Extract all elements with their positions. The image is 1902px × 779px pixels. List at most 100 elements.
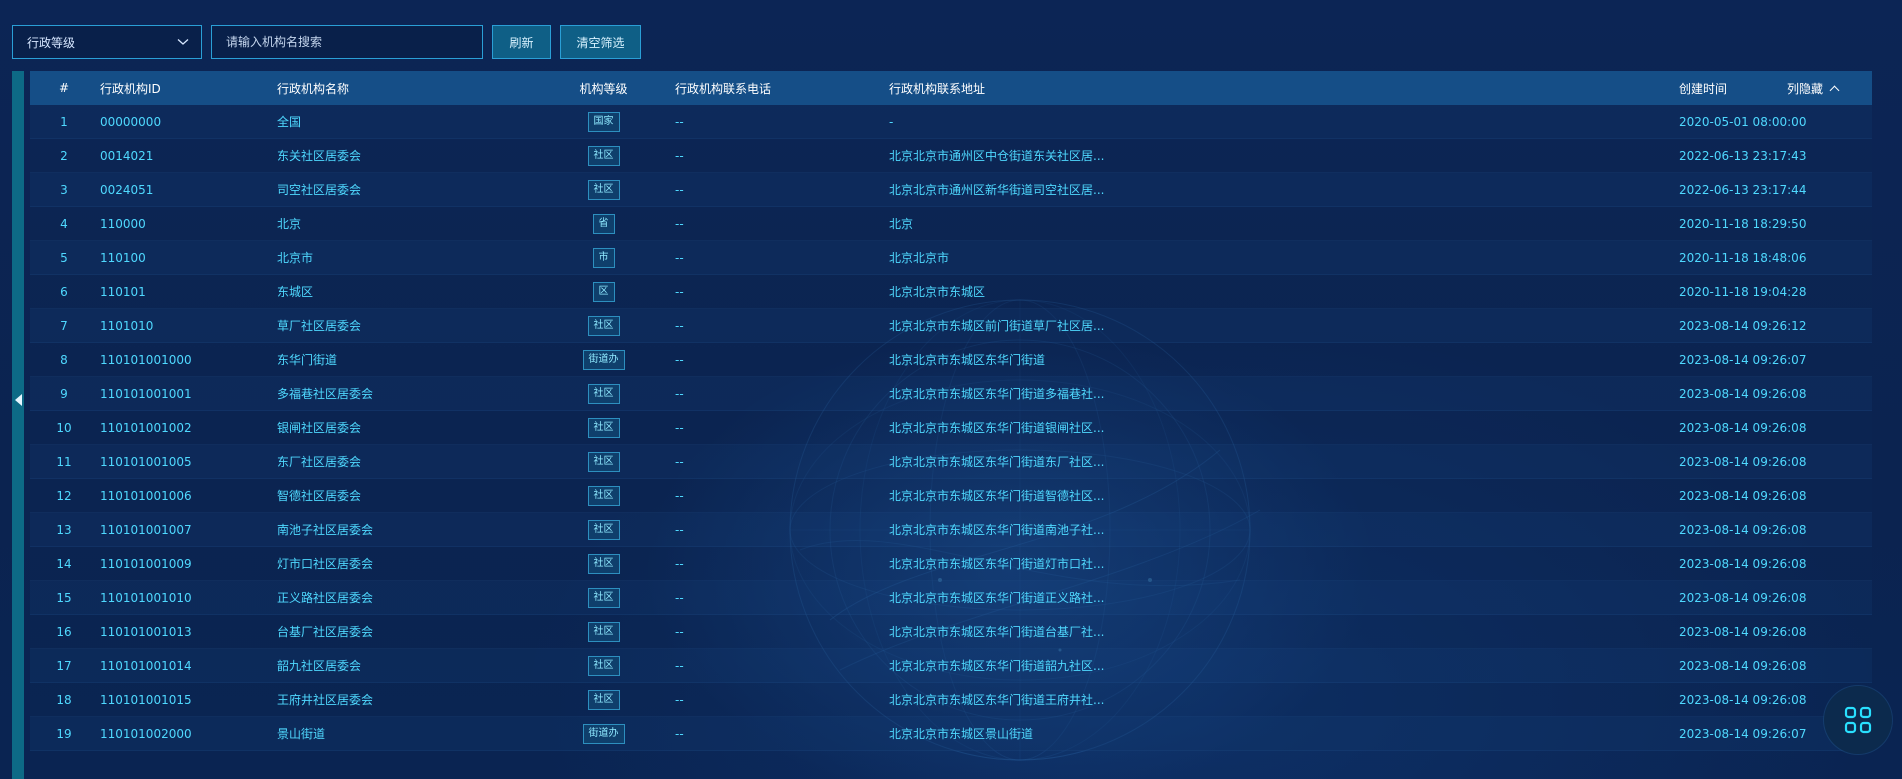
header-org-level[interactable]: 机构等级: [536, 80, 671, 97]
cell-phone: --: [675, 352, 684, 367]
table-row[interactable]: 12 110101001006 智德社区居委会 社区 -- 北京北京市东城区东华门街道智德…: [30, 479, 1872, 513]
cell-address: 北京北京市通州区新华街道司空社区居...: [889, 183, 1105, 197]
sidebar-collapse-handle[interactable]: [12, 71, 24, 779]
cell-index: 7: [60, 318, 68, 333]
cell-phone: --: [675, 488, 684, 503]
table-row[interactable]: 2 0014021 东关社区居委会 社区 -- 北京北京市通州区中仓街道东关社区居... 2…: [30, 139, 1872, 173]
cell-index: 19: [56, 726, 72, 741]
cell-org-level: 市: [536, 247, 671, 268]
table-row[interactable]: 5 110100 北京市 市 -- 北京北京市 2020-11-18 18:48:06: [30, 241, 1872, 275]
table-row[interactable]: 14 110101001009 灯市口社区居委会 社区 -- 北京北京市东城区东华门街道灯…: [30, 547, 1872, 581]
cell-org-id: 110101001009: [100, 556, 192, 571]
table-row[interactable]: 17 110101001014 韶九社区居委会 社区 -- 北京北京市东城区东华门街道韶九…: [30, 649, 1872, 683]
cell-org-id: 110101001014: [100, 658, 192, 673]
cell-index: 6: [60, 284, 68, 299]
cell-org-name: 全国: [277, 115, 302, 129]
cell-phone: --: [675, 624, 684, 639]
org-level-badge: 社区: [587, 383, 620, 404]
cell-phone: --: [675, 556, 684, 571]
cell-org-id: 0014021: [100, 148, 154, 163]
table-row[interactable]: 8 110101001000 东华门街道 街道办 -- 北京北京市东城区东华门街道 2023…: [30, 343, 1872, 377]
cell-org-level: 社区: [536, 417, 671, 438]
cell-address: 北京北京市东城区东华门街道台基厂社...: [889, 625, 1105, 639]
table-row[interactable]: 15 110101001010 正义路社区居委会 社区 -- 北京北京市东城区东华门街道正…: [30, 581, 1872, 615]
cell-address: 北京北京市东城区东华门街道多福巷社...: [889, 387, 1105, 401]
apps-menu-button[interactable]: [1824, 686, 1892, 754]
table-row[interactable]: 16 110101001013 台基厂社区居委会 社区 -- 北京北京市东城区东华门街道台…: [30, 615, 1872, 649]
org-level-badge: 社区: [587, 655, 620, 676]
cell-address: 北京北京市东城区东华门街道南池子社...: [889, 523, 1105, 537]
header-phone[interactable]: 行政机构联系电话: [671, 80, 886, 97]
table-row[interactable]: 7 1101010 草厂社区居委会 社区 -- 北京北京市东城区前门街道草厂社区居... 2…: [30, 309, 1872, 343]
cell-index: 2: [60, 148, 68, 163]
table-header: # 行政机构ID 行政机构名称 机构等级 行政机构联系电话 行政机构联系地址 创…: [30, 71, 1872, 105]
cell-index: 9: [60, 386, 68, 401]
cell-org-name: 灯市口社区居委会: [277, 557, 374, 571]
cell-address: 北京北京市东城区东华门街道灯市口社...: [889, 557, 1105, 571]
cell-org-level: 社区: [536, 553, 671, 574]
clear-filters-button[interactable]: 清空筛选: [560, 25, 641, 59]
table-row[interactable]: 13 110101001007 南池子社区居委会 社区 -- 北京北京市东城区东华门街道南…: [30, 513, 1872, 547]
cell-org-id: 00000000: [100, 114, 162, 129]
table-body: 1 00000000 全国 国家 -- -2020-05-01 08:00:00 2 0014…: [30, 105, 1872, 751]
admin-level-select-value: 行政等级: [27, 35, 76, 50]
org-name-search-input[interactable]: [211, 25, 483, 59]
cell-org-id: 110101001002: [100, 420, 192, 435]
table-row[interactable]: 11 110101001005 东厂社区居委会 社区 -- 北京北京市东城区东华门街道东厂…: [30, 445, 1872, 479]
cell-org-id: 110000: [100, 216, 146, 231]
cell-org-id: 0024051: [100, 182, 154, 197]
cell-address: 北京北京市东城区: [889, 285, 986, 299]
cell-phone: --: [675, 284, 684, 299]
cell-org-name: 东城区: [277, 285, 314, 299]
refresh-button[interactable]: 刷新: [492, 25, 551, 59]
caret-left-icon: [15, 394, 22, 406]
cell-phone: --: [675, 318, 684, 333]
cell-created-time: 2023-08-14 09:26:08: [1679, 522, 1807, 537]
header-address[interactable]: 行政机构联系地址: [886, 80, 1676, 97]
table-row[interactable]: 18 110101001015 王府井社区居委会 社区 -- 北京北京市东城区东华门街道王…: [30, 683, 1872, 717]
header-org-id[interactable]: 行政机构ID: [98, 80, 277, 97]
cell-address: 北京北京市东城区东华门街道正义路社...: [889, 591, 1105, 605]
cell-phone: --: [675, 148, 684, 163]
header-index: #: [58, 81, 70, 95]
org-level-badge: 社区: [587, 587, 620, 608]
table-row[interactable]: 3 0024051 司空社区居委会 社区 -- 北京北京市通州区新华街道司空社区居... 2…: [30, 173, 1872, 207]
table-row[interactable]: 4 110000 北京 省 -- 北京 2020-11-18 18:29:50: [30, 207, 1872, 241]
table-row[interactable]: 10 110101001002 银闸社区居委会 社区 -- 北京北京市东城区东华门街道银闸…: [30, 411, 1872, 445]
cell-org-name: 王府井社区居委会: [277, 693, 374, 707]
chevron-down-icon: [177, 39, 189, 45]
org-level-badge: 省: [592, 213, 615, 234]
header-org-name[interactable]: 行政机构名称: [277, 80, 536, 97]
table-row[interactable]: 19 110101002000 景山街道 街道办 -- 北京北京市东城区景山街道 2023-…: [30, 717, 1872, 751]
cell-created-time: 2023-08-14 09:26:07: [1679, 726, 1807, 741]
grid-apps-icon: [1844, 706, 1872, 734]
cell-org-level: 社区: [536, 179, 671, 200]
org-level-badge: 社区: [587, 315, 620, 336]
org-level-badge: 社区: [587, 621, 620, 642]
cell-org-level: 社区: [536, 587, 671, 608]
table-row[interactable]: 1 00000000 全国 国家 -- -2020-05-01 08:00:00: [30, 105, 1872, 139]
org-level-badge: 区: [592, 281, 615, 302]
cell-address: 北京北京市东城区东华门街道银闸社区...: [889, 421, 1105, 435]
cell-org-level: 国家: [536, 111, 671, 132]
cell-org-id: 110101001013: [100, 624, 192, 639]
org-level-badge: 社区: [587, 689, 620, 710]
cell-org-level: 社区: [536, 485, 671, 506]
cell-org-id: 110101002000: [100, 726, 192, 741]
cell-org-name: 北京市: [277, 251, 314, 265]
admin-level-select[interactable]: 行政等级: [12, 25, 202, 59]
cell-index: 11: [56, 454, 72, 469]
cell-org-name: 北京: [277, 217, 302, 231]
cell-org-level: 社区: [536, 383, 671, 404]
org-level-badge: 社区: [587, 519, 620, 540]
filter-toolbar: 行政等级 刷新 清空筛选: [12, 25, 641, 59]
cell-org-name: 司空社区居委会: [277, 183, 362, 197]
cell-org-level: 区: [536, 281, 671, 302]
table-row[interactable]: 6 110101 东城区 区 -- 北京北京市东城区 2020-11-18 19:04:28: [30, 275, 1872, 309]
cell-org-name: 银闸社区居委会: [277, 421, 362, 435]
cell-org-name: 草厂社区居委会: [277, 319, 362, 333]
hide-columns-toggle[interactable]: 列隐藏: [1787, 71, 1840, 105]
table-row[interactable]: 9 110101001001 多福巷社区居委会 社区 -- 北京北京市东城区东华门街道多福…: [30, 377, 1872, 411]
org-level-badge: 社区: [587, 451, 620, 472]
cell-index: 4: [60, 216, 68, 231]
